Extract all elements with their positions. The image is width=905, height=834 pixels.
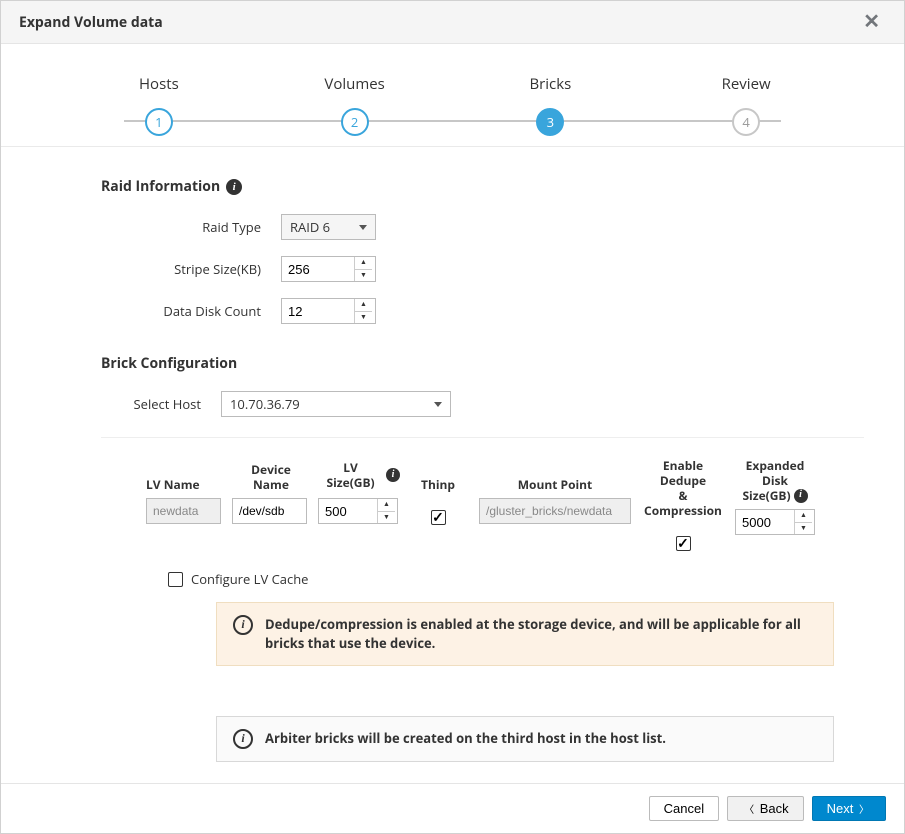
dialog-header: Expand Volume data ✕ bbox=[1, 1, 904, 44]
info-icon[interactable]: i bbox=[226, 179, 242, 195]
brick-table: LV Name Device Name LV Size(GB) i bbox=[146, 458, 864, 556]
raid-section-title: Raid Information i bbox=[101, 177, 864, 196]
info-icon[interactable]: i bbox=[794, 489, 808, 503]
chevron-down-icon bbox=[359, 225, 367, 230]
raid-type-label: Raid Type bbox=[101, 218, 281, 236]
decrement-icon[interactable]: ▼ bbox=[355, 312, 372, 324]
mount-point-input bbox=[479, 498, 631, 524]
stripe-size-label: Stripe Size(KB) bbox=[101, 260, 281, 278]
data-disk-count-input[interactable]: ▲ ▼ bbox=[281, 298, 376, 324]
increment-icon[interactable]: ▲ bbox=[355, 257, 372, 270]
lv-size-input[interactable]: ▲ ▼ bbox=[318, 498, 398, 524]
increment-icon[interactable]: ▲ bbox=[355, 299, 372, 312]
col-dedupe: Enable Dedupe & Compression bbox=[642, 458, 724, 518]
wizard-step-hosts[interactable]: Hosts 1 bbox=[61, 74, 257, 136]
chevron-left-icon: 〈 bbox=[744, 805, 754, 816]
dialog-footer: Cancel 〈 Back Next 〉 bbox=[1, 783, 904, 833]
increment-icon[interactable]: ▲ bbox=[378, 499, 395, 512]
wizard-steps: Hosts 1 Volumes 2 Bricks 3 Review 4 bbox=[1, 44, 904, 147]
raid-type-select[interactable]: RAID 6 bbox=[281, 214, 376, 240]
increment-icon[interactable]: ▲ bbox=[795, 510, 812, 523]
info-icon[interactable]: i bbox=[386, 468, 400, 482]
wizard-step-volumes[interactable]: Volumes 2 bbox=[257, 74, 453, 136]
col-lv-size: LV Size(GB) i bbox=[318, 458, 400, 492]
configure-lv-cache-checkbox[interactable] bbox=[168, 572, 183, 587]
info-icon: i bbox=[233, 615, 253, 635]
col-thinp: Thinp bbox=[421, 458, 455, 492]
dialog-title: Expand Volume data bbox=[19, 13, 163, 32]
data-disk-count-label: Data Disk Count bbox=[101, 302, 281, 320]
wizard-step-review[interactable]: Review 4 bbox=[648, 74, 844, 136]
col-expanded-size: Expanded Disk Size(GB) i bbox=[732, 458, 818, 503]
dedupe-checkbox[interactable] bbox=[676, 536, 691, 551]
wizard-step-bricks[interactable]: Bricks 3 bbox=[453, 74, 649, 136]
col-mount-point: Mount Point bbox=[518, 458, 593, 492]
col-lv-name: LV Name bbox=[146, 458, 200, 492]
expand-volume-dialog: Expand Volume data ✕ Hosts 1 Volumes 2 bbox=[0, 0, 905, 834]
expanded-size-input[interactable]: ▲ ▼ bbox=[735, 509, 815, 535]
brick-section-title: Brick Configuration bbox=[101, 354, 864, 373]
select-host-dropdown[interactable]: 10.70.36.79 bbox=[221, 391, 451, 417]
decrement-icon[interactable]: ▼ bbox=[795, 523, 812, 535]
device-name-input[interactable] bbox=[232, 498, 307, 524]
select-host-label: Select Host bbox=[101, 395, 221, 413]
thinp-checkbox[interactable] bbox=[431, 510, 446, 525]
decrement-icon[interactable]: ▼ bbox=[355, 270, 372, 282]
dedupe-alert: i Dedupe/compression is enabled at the s… bbox=[216, 602, 834, 666]
back-button[interactable]: 〈 Back bbox=[727, 796, 804, 821]
decrement-icon[interactable]: ▼ bbox=[378, 512, 395, 524]
dialog-body: Hosts 1 Volumes 2 Bricks 3 Review 4 bbox=[1, 44, 904, 783]
info-icon: i bbox=[233, 729, 253, 749]
next-button[interactable]: Next 〉 bbox=[812, 796, 886, 821]
configure-lv-cache-label: Configure LV Cache bbox=[191, 570, 308, 588]
col-device-name: Device Name bbox=[232, 458, 310, 492]
close-icon[interactable]: ✕ bbox=[857, 11, 886, 33]
lv-name-input bbox=[146, 498, 221, 524]
chevron-down-icon bbox=[434, 402, 442, 407]
arbiter-alert: i Arbiter bricks will be created on the … bbox=[216, 716, 834, 762]
cancel-button[interactable]: Cancel bbox=[649, 796, 719, 821]
chevron-right-icon: 〉 bbox=[859, 805, 869, 816]
stripe-size-input[interactable]: ▲ ▼ bbox=[281, 256, 376, 282]
